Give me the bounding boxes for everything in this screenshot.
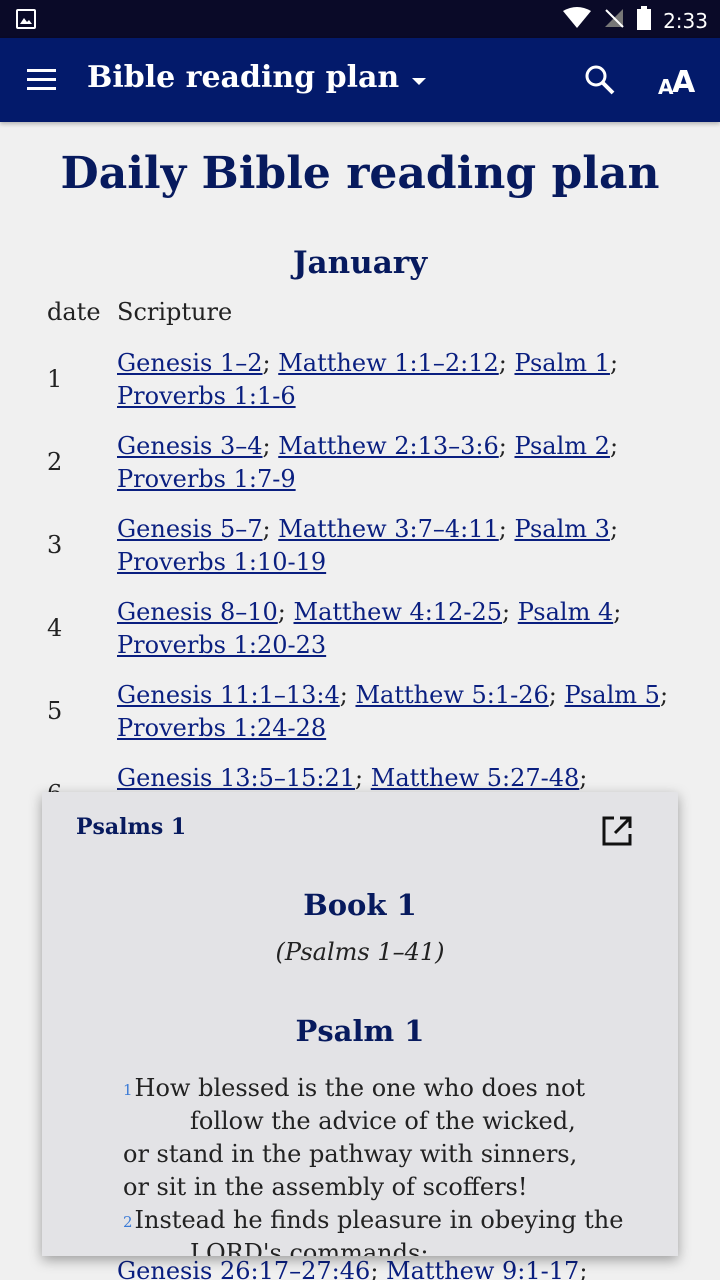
battery-icon [637, 6, 652, 35]
scripture-link[interactable]: Matthew 1:1–2:12 [278, 349, 499, 377]
scripture-link[interactable]: Psalm 1 [514, 349, 609, 377]
app-bar: Bible reading plan AA [0, 38, 720, 122]
table-row: Genesis 26:17–27:46; Matthew 9:1-17; [0, 1255, 720, 1280]
scripture-refs: Genesis 3–4; Matthew 2:13–3:6; Psalm 2; P… [117, 432, 619, 493]
scripture-link[interactable]: Proverbs 1:20-23 [117, 631, 326, 659]
verse-line: LORD's commands; [190, 1239, 429, 1256]
table-row: 5 Genesis 11:1–13:4; Matthew 5:1-26; Psa… [0, 679, 720, 762]
passage-text: 1How blessed is the one who does not fol… [123, 1072, 643, 1256]
scripture-link[interactable]: Genesis 1–2 [117, 349, 263, 377]
table-row: 1 Genesis 1–2; Matthew 1:1–2:12; Psalm 1… [0, 347, 720, 430]
scripture-link[interactable]: Genesis 3–4 [117, 432, 263, 460]
day-number: 2 [47, 448, 63, 476]
verse-number: 2 [123, 1213, 133, 1231]
dropdown-arrow-icon [411, 60, 427, 95]
scripture-refs: Genesis 13:5–15:21; Matthew 5:27-48; [117, 764, 588, 792]
scripture-refs: Genesis 5–7; Matthew 3:7–4:11; Psalm 3; P… [117, 515, 619, 576]
no-signal-icon [603, 7, 625, 34]
wifi-icon [563, 7, 592, 34]
scripture-link[interactable]: Proverbs 1:10-19 [117, 548, 326, 576]
scripture-link[interactable]: Psalm 5 [564, 681, 659, 709]
scripture-link[interactable]: Genesis 8–10 [117, 598, 278, 626]
verse-line: or stand in the pathway with sinners, [123, 1140, 578, 1168]
scripture-link[interactable]: Proverbs 1:7-9 [117, 465, 296, 493]
scripture-refs: Genesis 11:1–13:4; Matthew 5:1-26; Psalm… [117, 681, 669, 742]
verse-line: Instead he finds pleasure in obeying the [134, 1206, 624, 1234]
app-title: Bible reading plan [87, 60, 400, 95]
scripture-link[interactable]: Matthew 9:1-17 [386, 1257, 579, 1280]
status-time: 2:33 [663, 8, 708, 33]
month-heading: January [292, 245, 428, 281]
search-icon[interactable] [584, 64, 616, 96]
open-in-new-icon[interactable] [600, 814, 634, 848]
scripture-link[interactable]: Genesis 26:17–27:46 [117, 1257, 370, 1280]
verse-line: How blessed is the one who does not [134, 1074, 586, 1102]
scripture-link[interactable]: Psalm 3 [514, 515, 609, 543]
gallery-notification-icon [16, 9, 36, 33]
day-number: 1 [47, 365, 63, 393]
scripture-column-header: Scripture [117, 298, 233, 326]
passage-preview-popup[interactable]: Psalms 1 Book 1 (Psalms 1–41) Psalm 1 1H… [42, 792, 678, 1256]
scripture-link[interactable]: Proverbs 1:1-6 [117, 382, 296, 410]
psalm-heading: Psalm 1 [295, 1014, 425, 1048]
table-row: 3 Genesis 5–7; Matthew 3:7–4:11; Psalm 3… [0, 513, 720, 596]
day-number: 4 [47, 614, 63, 642]
scripture-link[interactable]: Genesis 11:1–13:4 [117, 681, 340, 709]
scripture-link[interactable]: Matthew 4:12-25 [294, 598, 503, 626]
day-number: 5 [47, 697, 63, 725]
text-size-icon[interactable]: AA [658, 62, 698, 100]
day-number: 3 [47, 531, 63, 559]
scripture-link[interactable]: Matthew 3:7–4:11 [278, 515, 499, 543]
table-row: 2 Genesis 3–4; Matthew 2:13–3:6; Psalm 2… [0, 430, 720, 513]
scripture-link[interactable]: Genesis 13:5–15:21 [117, 764, 355, 792]
scripture-refs: Genesis 1–2; Matthew 1:1–2:12; Psalm 1; P… [117, 349, 619, 410]
scripture-link[interactable]: Genesis 5–7 [117, 515, 263, 543]
book-range: (Psalms 1–41) [275, 938, 445, 966]
menu-icon[interactable] [26, 66, 58, 94]
scripture-link[interactable]: Matthew 5:27-48 [371, 764, 580, 792]
plan-selector[interactable]: Bible reading plan [87, 60, 427, 95]
scripture-link[interactable]: Matthew 2:13–3:6 [278, 432, 499, 460]
scripture-refs: Genesis 8–10; Matthew 4:12-25; Psalm 4; P… [117, 598, 622, 659]
page-title: Daily Bible reading plan [60, 148, 660, 199]
popup-title: Psalms 1 [76, 814, 187, 840]
book-heading: Book 1 [303, 888, 417, 922]
scripture-link[interactable]: Matthew 5:1-26 [355, 681, 548, 709]
verse-line: follow the advice of the wicked, [190, 1107, 576, 1135]
scripture-link[interactable]: Psalm 2 [514, 432, 609, 460]
scripture-refs: Genesis 26:17–27:46; Matthew 9:1-17; [117, 1255, 687, 1280]
status-bar: 2:33 [0, 0, 720, 38]
date-column-header: date [47, 298, 101, 326]
scripture-link[interactable]: Proverbs 1:24-28 [117, 714, 326, 742]
verse-number: 1 [123, 1081, 133, 1099]
scripture-link[interactable]: Psalm 4 [518, 598, 613, 626]
table-row: 4 Genesis 8–10; Matthew 4:12-25; Psalm 4… [0, 596, 720, 679]
svg-text:A: A [672, 65, 696, 98]
verse-line: or sit in the assembly of scoffers! [123, 1173, 528, 1201]
